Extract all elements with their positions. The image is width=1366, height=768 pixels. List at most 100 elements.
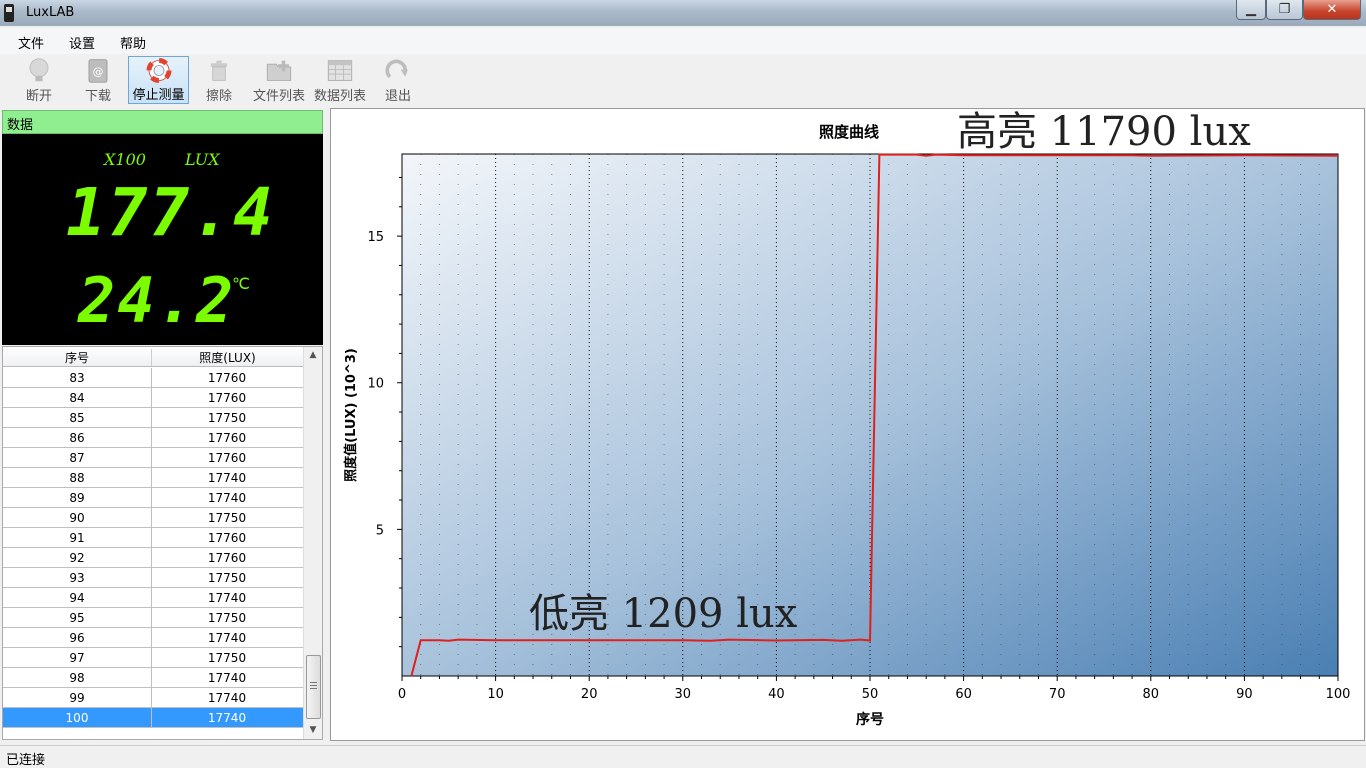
table-rows: 83 17760 84 17760 85 17750 86 17760 87 17760 88 177…: [3, 368, 303, 728]
lux-reading: 177.4: [66, 174, 275, 251]
data-list-label: 数据列表: [313, 89, 366, 104]
y-tick-label: 10: [367, 377, 384, 392]
data-panel-title: 数据: [7, 118, 34, 133]
y-axis-label: 照度值(LUX) (10^3): [343, 348, 359, 482]
multiplier-label: X100: [104, 150, 146, 169]
cell-lux: 17760: [207, 371, 247, 385]
table-row[interactable]: 91 17760: [3, 528, 303, 548]
cell-lux: 17740: [207, 671, 247, 685]
table-row[interactable]: 85 17750: [3, 408, 303, 428]
scroll-thumb[interactable]: [306, 655, 321, 719]
meter-display: X100 LUX 177.4 24.2 ℃: [2, 134, 323, 345]
table-row[interactable]: 84 17760: [3, 388, 303, 408]
y-tick-label: 15: [367, 230, 384, 245]
scroll-down-icon[interactable]: ▼: [304, 722, 322, 739]
stop-measure-button[interactable]: 停止测量: [128, 56, 189, 104]
table-row[interactable]: 93 17750: [3, 568, 303, 588]
cell-index: 89: [69, 491, 85, 505]
x-tick-label: 60: [955, 687, 972, 702]
temperature-unit: ℃: [232, 274, 250, 293]
x-tick-label: 20: [581, 687, 598, 702]
table-row[interactable]: 83 17760: [3, 368, 303, 388]
download-label: 下载: [84, 89, 111, 104]
cell-lux: 17750: [207, 611, 247, 625]
data-list-button[interactable]: 数据列表: [310, 56, 370, 104]
exit-button[interactable]: 退出: [380, 56, 416, 104]
title-bar: LuxLAB ▁ ❐ ✕: [0, 0, 1366, 26]
chart-panel: 0 10 20 30 40 50 60 70 80 90 100 5 10 15 照度曲线 序号 照度值(…: [330, 108, 1365, 741]
cell-lux: 17740: [207, 471, 247, 485]
file-list-button[interactable]: 文件列表: [248, 56, 310, 104]
cell-lux: 17740: [207, 711, 247, 725]
table-row[interactable]: 96 17740: [3, 628, 303, 648]
disconnect-button[interactable]: 断开: [20, 56, 58, 104]
table-row[interactable]: 86 17760: [3, 428, 303, 448]
erase-button[interactable]: 擦除: [201, 56, 237, 104]
column-header-index[interactable]: 序号: [3, 349, 151, 366]
table-scrollbar[interactable]: ▲ ▼: [303, 347, 322, 739]
cell-index: 85: [69, 411, 85, 425]
cell-index: 98: [69, 671, 85, 685]
unit-label: LUX: [185, 150, 220, 169]
cell-index: 86: [69, 431, 85, 445]
table-row[interactable]: 90 17750: [3, 508, 303, 528]
table-row[interactable]: 95 17750: [3, 608, 303, 628]
grip-icon: [310, 682, 317, 683]
erase-label: 擦除: [205, 89, 232, 104]
menu-settings[interactable]: 设置: [69, 33, 95, 52]
data-table: 序号 照度(LUX) 83 17760 84 17760 85 17750 86 17760 8…: [2, 346, 323, 740]
x-tick-label: 50: [862, 687, 879, 702]
download-button[interactable]: @ 下载: [80, 56, 116, 104]
x-tick-label: 70: [1049, 687, 1066, 702]
x-axis-label: 序号: [856, 711, 884, 728]
scroll-up-icon[interactable]: ▲: [304, 347, 322, 364]
toolbar: 断开 @ 下载 停止测量 擦除 文件列表 数据列表 退出: [0, 54, 1366, 106]
lux-chart: 0 10 20 30 40 50 60 70 80 90 100 5 10 15 照度曲线 序号 照度值(…: [343, 109, 1351, 728]
trash-icon: [210, 60, 228, 81]
table-icon: [327, 60, 353, 81]
chart-title: 照度曲线: [819, 123, 879, 141]
app-icon: [4, 4, 14, 22]
cell-lux: 17760: [207, 451, 247, 465]
menu-file[interactable]: 文件: [18, 33, 44, 52]
cell-lux: 17760: [207, 531, 247, 545]
x-tick-label: 100: [1326, 687, 1351, 702]
table-row[interactable]: 100 17740: [3, 708, 303, 728]
minimize-button[interactable]: ▁: [1236, 0, 1266, 20]
table-row[interactable]: 97 17750: [3, 648, 303, 668]
cell-lux: 17740: [207, 631, 247, 645]
cell-index: 93: [69, 571, 85, 585]
status-bar: 已连接: [0, 745, 1366, 768]
cell-lux: 17740: [207, 691, 247, 705]
address-book-icon: @: [88, 59, 108, 83]
table-row[interactable]: 94 17740: [3, 588, 303, 608]
cell-lux: 17750: [207, 411, 247, 425]
close-button[interactable]: ✕: [1303, 0, 1361, 20]
disconnect-label: 断开: [25, 89, 52, 104]
redo-icon: [385, 59, 408, 79]
cell-lux: 17750: [207, 571, 247, 585]
column-header-lux[interactable]: 照度(LUX): [151, 349, 303, 366]
table-row[interactable]: 92 17760: [3, 548, 303, 568]
cell-lux: 17760: [207, 551, 247, 565]
table-row[interactable]: 87 17760: [3, 448, 303, 468]
y-tick-label: 5: [376, 523, 384, 538]
table-row[interactable]: 99 17740: [3, 688, 303, 708]
cell-index: 87: [69, 451, 85, 465]
table-row[interactable]: 89 17740: [3, 488, 303, 508]
table-row[interactable]: 98 17740: [3, 668, 303, 688]
menu-bar: 文件 设置 帮助: [0, 28, 1366, 54]
cell-lux: 17760: [207, 391, 247, 405]
x-tick-label: 80: [1143, 687, 1160, 702]
data-panel-header: 数据: [2, 110, 323, 134]
menu-help[interactable]: 帮助: [120, 33, 146, 52]
table-row[interactable]: 88 17740: [3, 468, 303, 488]
maximize-button[interactable]: ❐: [1266, 0, 1303, 20]
cell-index: 97: [69, 651, 85, 665]
cell-index: 96: [69, 631, 85, 645]
cell-index: 90: [69, 511, 85, 525]
cell-index: 95: [69, 611, 85, 625]
cell-index: 100: [65, 711, 89, 725]
lifebuoy-icon: [146, 58, 171, 83]
annotation-high: 高亮 11790 lux: [957, 109, 1251, 155]
